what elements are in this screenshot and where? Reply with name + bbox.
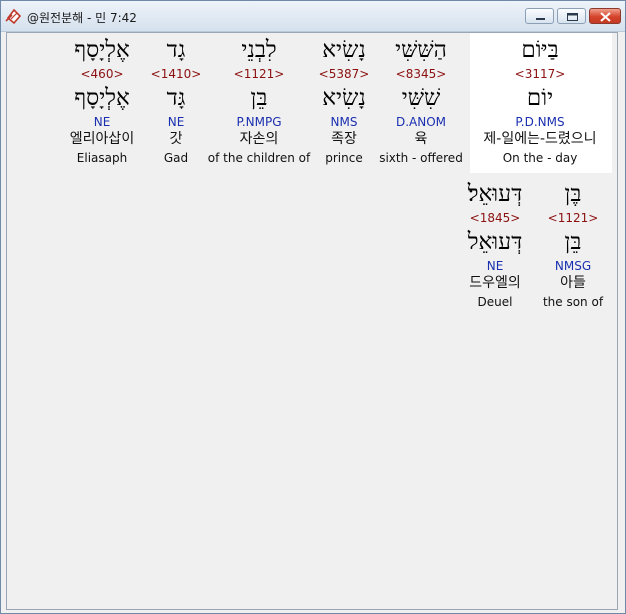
- korean-gloss: 육: [414, 131, 428, 147]
- hebrew-word[interactable]: דְּעוּאֵל׃: [468, 181, 523, 207]
- morphology-code[interactable]: NMSG: [555, 259, 591, 273]
- morphology-code[interactable]: P.D.NMS: [515, 115, 564, 129]
- strong-number[interactable]: <8345>: [396, 67, 447, 81]
- strong-number[interactable]: <1410>: [151, 67, 202, 81]
- korean-gloss: 제-일에는-드렸으니: [483, 131, 597, 147]
- english-gloss: sixth - offered: [379, 151, 463, 165]
- strong-number[interactable]: <460>: [80, 67, 123, 81]
- strong-number[interactable]: <1121>: [548, 211, 599, 225]
- korean-gloss: 드우엘의: [469, 275, 521, 291]
- korean-gloss: 갓: [169, 131, 183, 147]
- minimize-icon: [536, 18, 545, 20]
- app-window: @원전분해 - 민 7:42 בַּיּוֹם <3117> יוֹם P.D.…: [0, 0, 626, 614]
- english-gloss: Deuel: [477, 295, 513, 309]
- korean-gloss: 족장: [331, 131, 357, 147]
- hebrew-word[interactable]: בַּיּוֹם: [521, 37, 558, 63]
- morphology-code[interactable]: NE: [94, 115, 111, 129]
- hebrew-lemma[interactable]: יוֹם: [527, 85, 553, 111]
- app-logo-icon: [5, 8, 22, 25]
- hebrew-word[interactable]: גָד: [167, 37, 186, 63]
- strong-number[interactable]: <3117>: [515, 67, 566, 81]
- hebrew-lemma[interactable]: אֶלְיָסָף: [74, 85, 130, 111]
- hebrew-word[interactable]: נָשִׂיא: [322, 37, 366, 63]
- strong-number[interactable]: <5387>: [319, 67, 370, 81]
- morphology-code[interactable]: NE: [487, 259, 504, 273]
- morphology-code[interactable]: P.NMPG: [236, 115, 281, 129]
- english-gloss: of the children of: [207, 151, 311, 165]
- english-gloss: Gad: [163, 151, 189, 165]
- maximize-icon: [567, 13, 578, 21]
- window-title: @원전분해 - 민 7:42: [27, 11, 137, 25]
- english-gloss: the son of: [542, 295, 604, 309]
- morphology-code[interactable]: NE: [168, 115, 185, 129]
- hebrew-lemma[interactable]: בֵּן: [565, 229, 582, 255]
- hebrew-lemma[interactable]: דְּעוּאֵל: [468, 229, 523, 255]
- title-bar[interactable]: @원전분해 - 민 7:42: [1, 1, 625, 32]
- morphology-code[interactable]: D.ANOM: [396, 115, 446, 129]
- korean-gloss: 자손의: [239, 131, 279, 147]
- strong-number[interactable]: <1845>: [470, 211, 521, 225]
- korean-gloss: 아들: [560, 275, 586, 291]
- hebrew-lemma[interactable]: גָּד: [167, 85, 186, 111]
- english-gloss: Eliasaph: [76, 151, 128, 165]
- hebrew-word[interactable]: הַשִּׁשִּׁי: [395, 37, 447, 63]
- english-gloss: prince: [325, 151, 363, 165]
- hebrew-lemma[interactable]: בֵּן: [251, 85, 268, 111]
- maximize-button[interactable]: [557, 8, 586, 24]
- hebrew-lemma[interactable]: שִׁשִּׁי: [402, 85, 441, 111]
- interlinear-panel[interactable]: בַּיּוֹם <3117> יוֹם P.D.NMS 제-일에는-드렸으니 …: [6, 32, 618, 610]
- hebrew-word[interactable]: אֶלְיָסָף: [74, 37, 130, 63]
- minimize-button[interactable]: [525, 8, 554, 24]
- close-icon: [600, 12, 611, 22]
- hebrew-word[interactable]: בֶּן: [565, 181, 582, 207]
- hebrew-lemma[interactable]: נָשִׂיא: [322, 85, 366, 111]
- hebrew-word[interactable]: לִבְנֵי: [241, 37, 276, 63]
- korean-gloss: 엘리아삽이: [69, 131, 135, 147]
- morphology-code[interactable]: NMS: [331, 115, 358, 129]
- english-gloss: On the - day: [502, 151, 578, 165]
- close-button[interactable]: [589, 8, 621, 24]
- strong-number[interactable]: <1121>: [234, 67, 285, 81]
